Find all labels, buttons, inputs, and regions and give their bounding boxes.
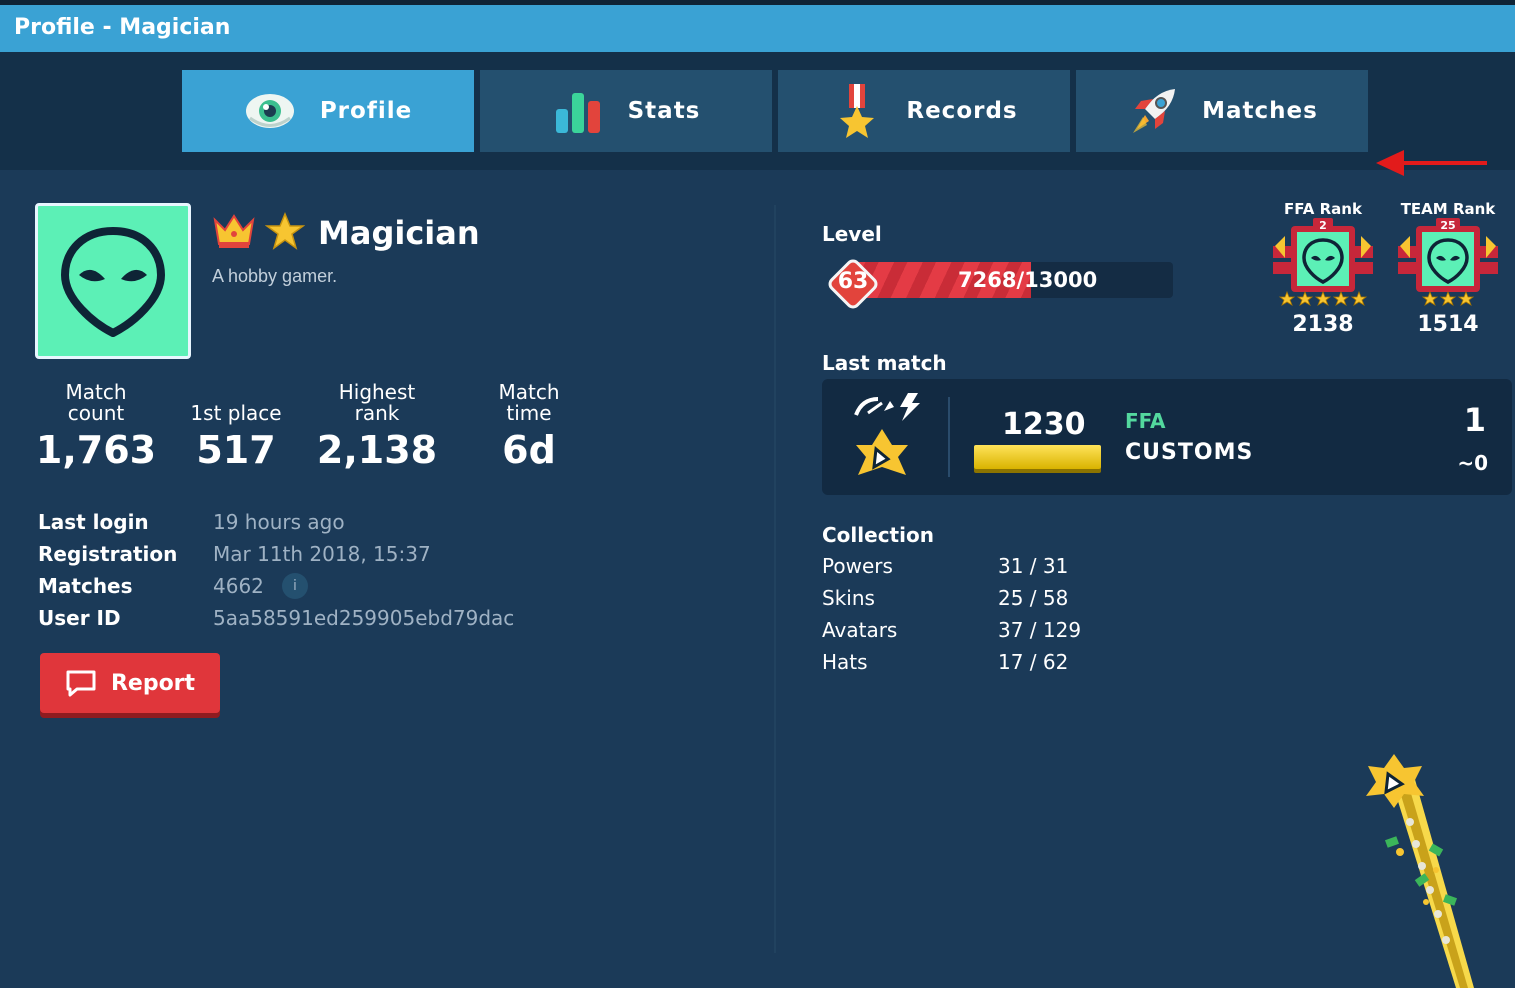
- window-title: Profile - Magician: [14, 15, 231, 40]
- stat-value: 517: [196, 428, 276, 472]
- collection-item: Hats 17 / 62: [822, 646, 1081, 678]
- avatar: [35, 203, 191, 359]
- last-match-place: 1: [1463, 401, 1486, 439]
- team-rank: TEAM Rank 25 1514: [1393, 200, 1503, 337]
- info-row-last-login: Last login 19 hours ago: [38, 506, 514, 538]
- collection-value: 37 / 129: [998, 618, 1082, 642]
- stat-label: 1st place: [190, 401, 282, 425]
- info-label: User ID: [38, 606, 121, 630]
- rank-label: TEAM Rank: [1400, 200, 1496, 218]
- last-match-title: Last match: [822, 351, 947, 375]
- tab-matches[interactable]: Matches: [1076, 70, 1368, 152]
- rank-emblem-icon: 25: [1398, 218, 1498, 306]
- info-value: Mar 11th 2018, 15:37: [213, 542, 431, 566]
- level-title: Level: [822, 222, 882, 246]
- info-row-registration: Registration Mar 11th 2018, 15:37: [38, 538, 514, 570]
- star-icon: [265, 212, 305, 250]
- level-badge: 63: [825, 256, 881, 312]
- tab-label: Matches: [1202, 98, 1318, 124]
- score-bar: [974, 445, 1101, 469]
- collection-item: Skins 25 / 58: [822, 582, 1081, 614]
- rank-badge-number: 25: [1440, 219, 1455, 232]
- tab-label: Records: [906, 98, 1018, 124]
- collection-label: Hats: [822, 650, 868, 674]
- collection-label: Skins: [822, 586, 875, 610]
- collection-value: 31 / 31: [998, 554, 1069, 578]
- tab-label: Stats: [627, 98, 701, 124]
- speed-lightning-icon: [854, 393, 920, 421]
- info-row-matches: Matches 4662 i: [38, 570, 514, 602]
- eye-icon: [244, 84, 298, 138]
- crown-icon: [213, 214, 255, 248]
- profile-info: Last login 19 hours ago Registration Mar…: [38, 506, 514, 634]
- report-label: Report: [110, 670, 196, 696]
- collection-value: 25 / 58: [998, 586, 1069, 610]
- stat-label: Highest rank: [338, 380, 416, 425]
- rank-value: 1514: [1417, 312, 1479, 337]
- alien-icon: [60, 226, 166, 337]
- character-illustration: [1366, 754, 1474, 988]
- stat-match-count: Match count 1,763: [26, 380, 166, 473]
- tab-label: Profile: [319, 98, 413, 124]
- last-match-card[interactable]: 1230 FFA CUSTOMS 1 ~0: [822, 379, 1512, 495]
- last-login-value: 19 hours ago: [213, 510, 345, 534]
- stat-match-time: Match time 6d: [459, 380, 599, 473]
- info-value: 19 hours ago: [213, 510, 345, 534]
- collection-value: 17 / 62: [998, 650, 1069, 674]
- tab-records[interactable]: Records: [778, 70, 1070, 152]
- collection-title: Collection: [822, 523, 934, 547]
- rank-value: 2138: [1292, 312, 1354, 337]
- stat-label: Match time: [498, 380, 560, 425]
- stat-highest-rank: Highest rank 2,138: [307, 380, 447, 473]
- last-match-submode: CUSTOMS: [1125, 440, 1254, 465]
- info-value: 4662 i: [213, 573, 308, 599]
- last-match-score: 1230: [1002, 407, 1086, 442]
- card-separator: [948, 397, 950, 477]
- registration-value: Mar 11th 2018, 15:37: [213, 542, 431, 566]
- level-progress-bar: 7268/13000: [850, 262, 1173, 298]
- stat-value: 6d: [502, 428, 556, 472]
- medal-icon: [830, 84, 884, 138]
- info-icon[interactable]: i: [281, 573, 308, 599]
- rank-badge-number: 2: [1319, 219, 1327, 232]
- user-id-value: 5aa58591ed259905ebd79dac: [213, 606, 515, 630]
- last-match-mode: FFA: [1125, 409, 1166, 433]
- collection-item: Powers 31 / 31: [822, 550, 1081, 582]
- title-bar: Profile - Magician: [0, 0, 1515, 52]
- rank-emblem-icon: 2: [1273, 218, 1373, 306]
- red-arrow-annotation: [1376, 150, 1487, 176]
- rank-label: FFA Rank: [1284, 200, 1362, 218]
- matches-value: 4662: [213, 574, 264, 598]
- stat-first-place: 1st place 517: [166, 380, 306, 473]
- tab-stats[interactable]: Stats: [480, 70, 772, 152]
- info-label: Last login: [38, 510, 149, 534]
- level-value: 63: [837, 269, 869, 294]
- collection-label: Powers: [822, 554, 893, 578]
- tab-strip: Profile Stats Records Matches: [0, 52, 1515, 176]
- power-emblem-icon: [856, 429, 908, 475]
- stat-value: 2,138: [316, 428, 438, 472]
- info-value: 5aa58591ed259905ebd79dac: [213, 606, 514, 630]
- info-label: Matches: [38, 574, 133, 598]
- column-divider: [774, 205, 776, 953]
- stat-label: Match count: [65, 380, 127, 425]
- info-row-user-id: User ID 5aa58591ed259905ebd79dac: [38, 602, 514, 634]
- bio: A hobby gamer.: [212, 266, 338, 286]
- collection-item: Avatars 37 / 129: [822, 614, 1081, 646]
- level-xp-text: 7268/13000: [958, 268, 1098, 292]
- last-match-rank-change: ~0: [1457, 451, 1488, 475]
- info-label: Registration: [38, 542, 178, 566]
- stat-value: 1,763: [35, 428, 157, 472]
- report-button[interactable]: Report: [40, 653, 220, 713]
- badges: [213, 212, 305, 250]
- rocket-icon: [1126, 84, 1180, 138]
- collection-list: Powers 31 / 31 Skins 25 / 58 Avatars 37 …: [822, 550, 1081, 678]
- tab-profile[interactable]: Profile: [182, 70, 474, 152]
- ffa-rank: FFA Rank 2 2138: [1268, 200, 1378, 337]
- chat-bubble-icon: [66, 670, 96, 697]
- username: Magician: [318, 214, 480, 252]
- bar-chart-icon: [552, 84, 606, 138]
- collection-label: Avatars: [822, 618, 898, 642]
